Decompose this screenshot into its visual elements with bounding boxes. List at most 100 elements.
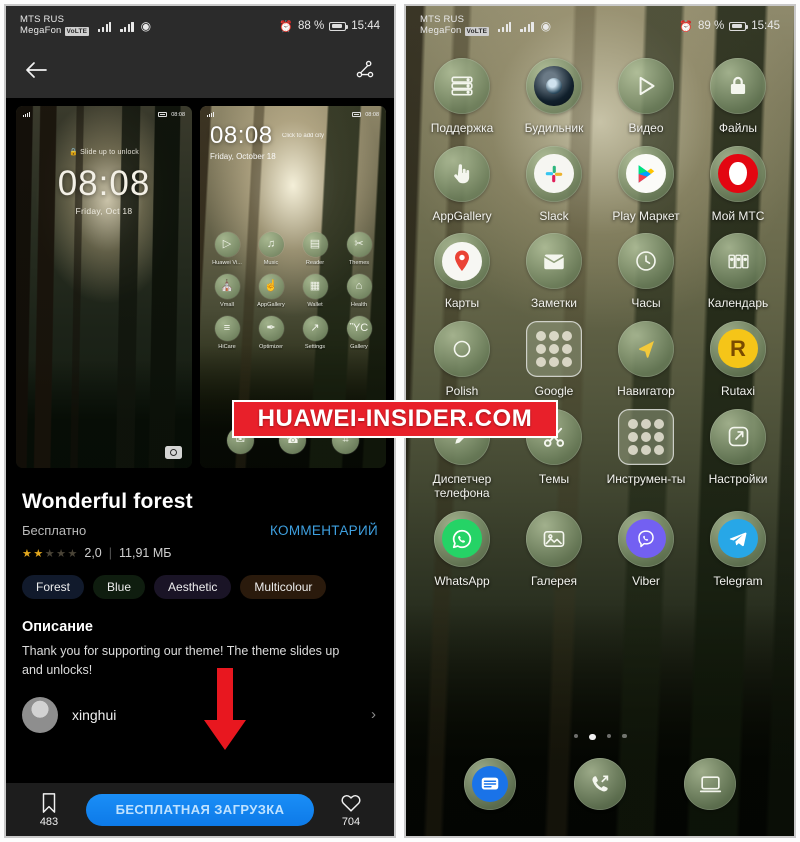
app-label: Темы <box>538 471 570 486</box>
play-store-icon <box>618 145 674 202</box>
app-notes-envelope-icon[interactable]: Заметки <box>508 233 600 311</box>
author-row[interactable]: xinghui › <box>22 696 378 733</box>
preview-home-clock: 08:08 <box>365 111 379 118</box>
tag-chip[interactable]: Blue <box>93 575 146 599</box>
app-clock-icon[interactable]: Часы <box>600 233 692 311</box>
appgallery-icon: ☝ <box>258 274 284 299</box>
app-files-lock-icon[interactable]: Файлы <box>692 58 784 136</box>
page-dot[interactable] <box>589 733 596 740</box>
status-clock: 15:45 <box>751 20 780 32</box>
free-download-button[interactable]: БЕСПЛАТНАЯ ЗАГРУЗКА <box>86 793 314 826</box>
browser-icon[interactable] <box>684 758 736 810</box>
app-alarm-clock-icon[interactable]: Будильник <box>508 58 600 136</box>
meta-separator: | <box>108 546 113 560</box>
mini-app-themes-icon[interactable]: ✂ Themes <box>337 232 381 266</box>
mini-app-label: Music <box>263 260 279 266</box>
app-mts-icon[interactable]: Мой МТС <box>692 145 784 224</box>
app-label: Часы <box>631 296 661 311</box>
app-maps-pin-icon[interactable]: Карты <box>416 233 508 311</box>
telegram-icon <box>710 510 766 567</box>
share-icon[interactable] <box>354 59 376 86</box>
app-calendar-icon[interactable]: Календарь <box>692 233 784 311</box>
app-telegram-icon[interactable]: Telegram <box>692 510 784 589</box>
app-support-icon[interactable]: Поддержка <box>416 58 508 136</box>
app-slack-icon[interactable]: Slack <box>508 145 600 224</box>
rating-star: ★ <box>44 547 55 560</box>
app-play-store-icon[interactable]: Play Маркет <box>600 145 692 224</box>
app-label: Polish <box>445 383 479 398</box>
lock-time: 08:08 <box>57 164 151 203</box>
comment-link[interactable]: КОММЕНТАРИЙ <box>270 523 378 538</box>
app-label: Настройки <box>708 471 768 486</box>
messages-icon[interactable] <box>464 758 516 810</box>
mini-app-label: Themes <box>348 260 370 266</box>
slack-icon <box>526 145 582 202</box>
mini-app-health-icon[interactable]: ⌂ Health <box>337 274 381 308</box>
app-gallery-icon[interactable]: Галерея <box>508 510 600 589</box>
page-dot[interactable] <box>573 733 578 738</box>
lock-screen-content: 🔒 Slide up to unlock 08:08 Friday, Oct 1… <box>16 106 192 468</box>
mini-app-settings-icon[interactable]: ↗ Settings <box>293 316 337 350</box>
settings-icon: ↗ <box>302 316 328 341</box>
bookmark-button[interactable]: 483 <box>26 792 72 828</box>
home-widget-add-city: Click to add city <box>282 133 325 139</box>
alarm-clock-icon <box>526 58 582 114</box>
themes-icon: ✂ <box>346 232 372 257</box>
mini-app-optimizer-icon[interactable]: ✒ Optimizer <box>249 316 293 350</box>
mini-app-gallery-icon[interactable]: ὛC Gallery <box>337 316 381 350</box>
mini-app-label: Vmall <box>220 302 234 308</box>
home-widget-date: Friday, October 18 <box>210 152 276 161</box>
app-label: Календарь <box>707 296 769 311</box>
page-dot[interactable] <box>622 733 627 738</box>
camera-icon[interactable] <box>165 446 182 459</box>
brand-glyph <box>534 154 574 194</box>
maps-pin-icon <box>434 233 490 290</box>
mini-app-music-icon[interactable]: ♫ Music <box>249 232 293 266</box>
battery-icon <box>729 21 749 31</box>
app-tools-folder-icon[interactable]: Инструмен-ты <box>600 408 692 501</box>
favorite-button[interactable]: 704 <box>328 792 374 828</box>
gallery-icon <box>526 510 582 567</box>
mini-app-label: Optimizer <box>259 344 283 350</box>
battery-percent: 89 % <box>698 20 725 32</box>
tag-chip[interactable]: Forest <box>22 575 85 599</box>
screenshot-stage: MTS RUS MegaFon VoLTE ◉ ⏰ 88 % 15:44 08:… <box>0 0 800 842</box>
mini-app-vmall-icon[interactable]: ⛪ Vmall <box>205 274 249 308</box>
brand-glyph <box>626 154 666 194</box>
clock-icon <box>618 233 674 290</box>
phone-call-icon[interactable] <box>574 758 626 810</box>
mini-app-video-icon[interactable]: ▷ Huawei Vi... <box>205 232 249 266</box>
page-dot[interactable] <box>606 733 611 738</box>
signal-bars-sim2 <box>520 21 534 32</box>
app-whatsapp-icon[interactable]: WhatsApp <box>416 510 508 589</box>
preview-lock-screen[interactable]: 08:08 🔒 Slide up to unlock 08:08 Friday,… <box>16 106 192 468</box>
brand-glyph <box>471 765 509 803</box>
app-settings-icon[interactable]: Настройки <box>692 408 784 501</box>
app-appgallery-icon[interactable]: AppGallery <box>416 145 508 224</box>
left-toolbar <box>6 46 394 98</box>
health-icon: ⌂ <box>346 274 372 299</box>
brand-glyph: R <box>718 329 758 369</box>
app-rutaxi-icon[interactable]: R Rutaxi <box>692 320 784 399</box>
signal-bars-sim2 <box>120 21 134 32</box>
app-polish-icon[interactable]: Polish <box>416 320 508 399</box>
mini-app-appgallery-icon[interactable]: ☝ AppGallery <box>249 274 293 308</box>
app-video-icon[interactable]: Видео <box>600 58 692 136</box>
signal-bars-sim1 <box>498 21 512 32</box>
mini-app-hicare-icon[interactable]: ≡ HiCare <box>205 316 249 350</box>
mini-app-label: Wallet <box>307 302 323 308</box>
mini-app-wallet-icon[interactable]: ▦ Wallet <box>293 274 337 308</box>
mini-app-reader-icon[interactable]: ▤ Reader <box>293 232 337 266</box>
tag-chip[interactable]: Aesthetic <box>154 575 232 599</box>
back-arrow-icon[interactable] <box>24 60 48 85</box>
app-label: Карты <box>444 296 480 311</box>
rutaxi-icon: R <box>710 320 766 377</box>
mini-app-label: Settings <box>304 344 326 350</box>
chevron-right-icon[interactable]: › <box>371 706 376 723</box>
app-google-folder-icon[interactable]: Google <box>508 320 600 399</box>
tag-chip[interactable]: Multicolour <box>240 575 327 599</box>
app-label: Telegram <box>713 573 763 588</box>
app-viber-icon[interactable]: Viber <box>600 510 692 589</box>
app-navigator-icon[interactable]: Навигатор <box>600 320 692 399</box>
bookmark-count: 483 <box>39 815 59 828</box>
